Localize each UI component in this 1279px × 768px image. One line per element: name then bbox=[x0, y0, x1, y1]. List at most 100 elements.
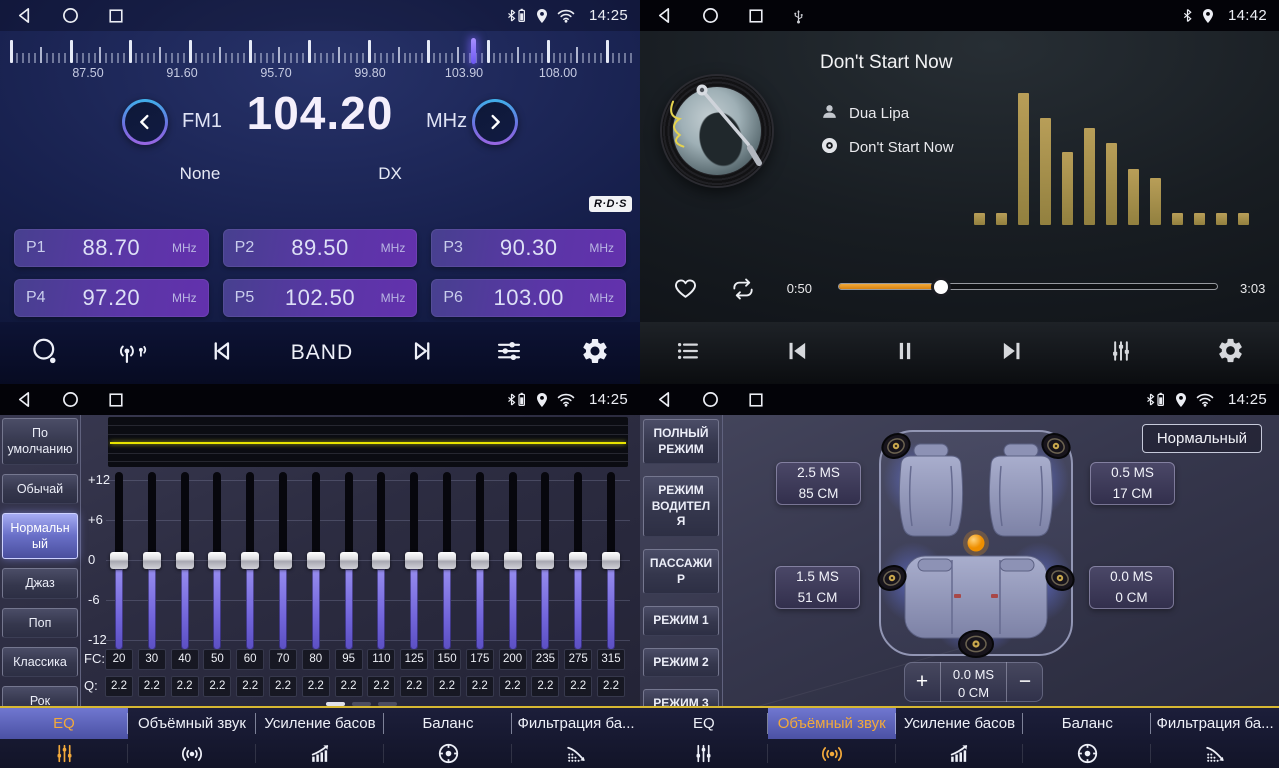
mode-driver[interactable]: РЕЖИМ ВОДИТЕЛЯ bbox=[643, 476, 719, 537]
eq-preset-jazz[interactable]: Джаз bbox=[2, 568, 78, 598]
next-station-button[interactable] bbox=[409, 337, 437, 370]
fc-value-box[interactable]: 275 bbox=[564, 649, 592, 670]
frequency-scale[interactable] bbox=[10, 35, 630, 65]
q-value-box[interactable]: 2.2 bbox=[105, 676, 133, 697]
nav-back-button[interactable] bbox=[16, 391, 33, 408]
progress-bar[interactable] bbox=[838, 283, 1218, 290]
equalizer-button[interactable] bbox=[1107, 337, 1135, 370]
tab-bass-filter[interactable]: Фильтрация ба... bbox=[1151, 708, 1279, 739]
q-value-box[interactable]: 2.2 bbox=[499, 676, 527, 697]
mode-2[interactable]: РЕЖИМ 2 bbox=[643, 648, 719, 678]
nav-recents-button[interactable] bbox=[108, 8, 124, 24]
nav-recents-button[interactable] bbox=[108, 392, 124, 408]
rear-right-delay[interactable]: 0.0 MS0 CM bbox=[1089, 566, 1174, 609]
eq-band-slider[interactable] bbox=[568, 468, 588, 658]
eq-preset-pop[interactable]: Поп bbox=[2, 608, 78, 638]
tab-balance[interactable]: Баланс bbox=[384, 708, 512, 739]
eq-band-slider[interactable] bbox=[142, 468, 162, 658]
band-button[interactable]: BAND bbox=[291, 341, 353, 365]
fc-value-box[interactable]: 110 bbox=[367, 649, 395, 670]
q-value-box[interactable]: 2.2 bbox=[138, 676, 166, 697]
preset-button[interactable]: P188.70MHz bbox=[14, 229, 209, 267]
fc-value-box[interactable]: 125 bbox=[400, 649, 428, 670]
equalizer-button[interactable] bbox=[494, 336, 524, 371]
decrease-delay-button[interactable]: − bbox=[1007, 662, 1043, 702]
nav-home-button[interactable] bbox=[702, 7, 719, 24]
eq-tab-icon[interactable] bbox=[640, 739, 768, 768]
next-track-button[interactable] bbox=[998, 337, 1026, 370]
fc-value-box[interactable]: 50 bbox=[203, 649, 231, 670]
q-value-box[interactable]: 2.2 bbox=[564, 676, 592, 697]
tab-eq[interactable]: EQ bbox=[640, 708, 768, 739]
bass-filter-tab-icon[interactable] bbox=[512, 739, 640, 768]
eq-band-slider[interactable] bbox=[339, 468, 359, 658]
q-value-box[interactable]: 2.2 bbox=[433, 676, 461, 697]
playlist-button[interactable] bbox=[674, 337, 702, 370]
fc-value-box[interactable]: 235 bbox=[531, 649, 559, 670]
repeat-button[interactable] bbox=[730, 276, 756, 307]
dx-mode[interactable]: DX bbox=[378, 164, 402, 184]
listener-position-dot[interactable] bbox=[968, 535, 985, 552]
preset-button[interactable]: P6103.00MHz bbox=[431, 279, 626, 317]
eq-band-slider[interactable] bbox=[503, 468, 523, 658]
fc-value-box[interactable]: 150 bbox=[433, 649, 461, 670]
preset-button[interactable]: P390.30MHz bbox=[431, 229, 626, 267]
eq-band-slider[interactable] bbox=[175, 468, 195, 658]
fc-value-box[interactable]: 315 bbox=[597, 649, 625, 670]
album-art[interactable] bbox=[662, 76, 772, 186]
eq-tab-icon[interactable] bbox=[0, 739, 128, 768]
q-value-box[interactable]: 2.2 bbox=[597, 676, 625, 697]
fc-value-box[interactable]: 30 bbox=[138, 649, 166, 670]
eq-preset-custom[interactable]: Обычай bbox=[2, 474, 78, 504]
eq-preset-normal[interactable]: Нормальный bbox=[2, 513, 78, 560]
tab-surround[interactable]: Объёмный звук bbox=[128, 708, 256, 739]
surround-tab-icon[interactable] bbox=[768, 739, 896, 768]
q-value-box[interactable]: 2.2 bbox=[302, 676, 330, 697]
balance-tab-icon[interactable] bbox=[384, 739, 512, 768]
nav-home-button[interactable] bbox=[702, 391, 719, 408]
nav-back-button[interactable] bbox=[656, 7, 673, 24]
fc-value-box[interactable]: 200 bbox=[499, 649, 527, 670]
preset-button[interactable]: P497.20MHz bbox=[14, 279, 209, 317]
eq-band-slider[interactable] bbox=[601, 468, 621, 658]
tune-down-button[interactable] bbox=[122, 99, 168, 145]
surround-tab-icon[interactable] bbox=[128, 739, 256, 768]
eq-band-slider[interactable] bbox=[404, 468, 424, 658]
previous-station-button[interactable] bbox=[207, 337, 235, 370]
eq-preset-classic[interactable]: Классика bbox=[2, 647, 78, 677]
preset-button[interactable]: P289.50MHz bbox=[223, 229, 418, 267]
eq-band-slider[interactable] bbox=[240, 468, 260, 658]
nav-back-button[interactable] bbox=[16, 7, 33, 24]
q-value-box[interactable]: 2.2 bbox=[171, 676, 199, 697]
progress-thumb[interactable] bbox=[934, 280, 948, 294]
previous-track-button[interactable] bbox=[783, 337, 811, 370]
mode-1[interactable]: РЕЖИМ 1 bbox=[643, 606, 719, 636]
fc-value-box[interactable]: 20 bbox=[105, 649, 133, 670]
tune-up-button[interactable] bbox=[472, 99, 518, 145]
car-cabin-view[interactable] bbox=[879, 430, 1073, 656]
fc-value-box[interactable]: 80 bbox=[302, 649, 330, 670]
fc-value-box[interactable]: 70 bbox=[269, 649, 297, 670]
balance-tab-icon[interactable] bbox=[1023, 739, 1151, 768]
scan-search-button[interactable] bbox=[30, 336, 60, 371]
nav-recents-button[interactable] bbox=[748, 392, 764, 408]
bass-filter-tab-icon[interactable] bbox=[1151, 739, 1279, 768]
q-value-box[interactable]: 2.2 bbox=[367, 676, 395, 697]
eq-band-slider[interactable] bbox=[207, 468, 227, 658]
bass-boost-tab-icon[interactable] bbox=[256, 739, 384, 768]
tab-eq[interactable]: EQ bbox=[0, 708, 128, 739]
broadcast-button[interactable] bbox=[116, 336, 150, 371]
eq-preset-default[interactable]: По умолчанию bbox=[2, 418, 78, 465]
eq-band-slider[interactable] bbox=[371, 468, 391, 658]
settings-button[interactable] bbox=[580, 336, 610, 371]
eq-band-slider[interactable] bbox=[109, 468, 129, 658]
eq-band-slider[interactable] bbox=[273, 468, 293, 658]
tab-surround[interactable]: Объёмный звук bbox=[768, 708, 896, 739]
increase-delay-button[interactable]: + bbox=[904, 662, 940, 702]
eq-band-slider[interactable] bbox=[535, 468, 555, 658]
q-value-box[interactable]: 2.2 bbox=[335, 676, 363, 697]
fc-value-box[interactable]: 95 bbox=[335, 649, 363, 670]
q-value-box[interactable]: 2.2 bbox=[203, 676, 231, 697]
eq-band-slider[interactable] bbox=[306, 468, 326, 658]
settings-button[interactable] bbox=[1216, 336, 1245, 370]
